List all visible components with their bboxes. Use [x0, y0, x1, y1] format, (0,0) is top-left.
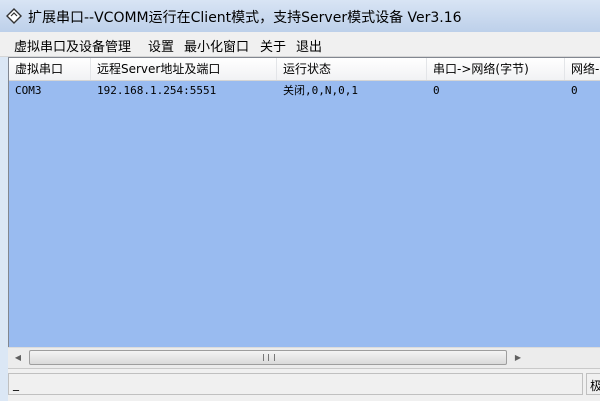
- menu-exit[interactable]: 退出: [296, 36, 322, 55]
- column-header-serial-to-network[interactable]: 串口->网络(字节): [427, 58, 565, 80]
- arrow-left-icon[interactable]: ◀: [10, 350, 26, 366]
- menu-settings[interactable]: 设置: [148, 36, 174, 55]
- status-bar: _ 极: [8, 368, 600, 401]
- menu-bar: 虚拟串口及设备管理 设置 最小化窗口 关于 退出: [0, 32, 600, 57]
- title-bar[interactable]: 扩展串口--VCOMM运行在Client模式，支持Server模式设备 Ver3…: [0, 0, 600, 32]
- column-header-network-to-serial[interactable]: 网络->: [565, 58, 600, 80]
- column-header-run-state[interactable]: 运行状态: [277, 58, 427, 80]
- window-title: 扩展串口--VCOMM运行在Client模式，支持Server模式设备 Ver3…: [28, 10, 462, 26]
- status-panel-right: 极: [586, 373, 600, 395]
- menu-about[interactable]: 关于: [260, 36, 286, 55]
- column-header-remote-server[interactable]: 远程Server地址及端口: [91, 58, 277, 80]
- status-text-right: 极: [590, 377, 600, 394]
- cell-run-state: 关闭,0,N,0,1: [283, 84, 358, 97]
- scrollbar-thumb[interactable]: [29, 350, 507, 365]
- cell-network-to-serial: 0: [571, 84, 578, 97]
- cell-serial-to-network: 0: [433, 84, 440, 97]
- list-header: 虚拟串口 远程Server地址及端口 运行状态 串口->网络(字节) 网络->: [9, 58, 600, 81]
- status-text-main: _: [13, 377, 19, 391]
- horizontal-scrollbar[interactable]: ◀ ▶: [8, 347, 600, 368]
- status-panel-main: _: [8, 373, 583, 395]
- virtual-port-list[interactable]: 虚拟串口 远程Server地址及端口 运行状态 串口->网络(字节) 网络-> …: [8, 57, 600, 368]
- cell-remote-server: 192.168.1.254:5551: [97, 84, 217, 97]
- table-row[interactable]: COM3 192.168.1.254:5551 关闭,0,N,0,1 0 0: [9, 81, 600, 101]
- menu-minimize-window[interactable]: 最小化窗口: [184, 36, 249, 55]
- grip-icon: [263, 354, 275, 361]
- menu-device-management[interactable]: 虚拟串口及设备管理: [14, 36, 131, 55]
- app-icon: [6, 8, 22, 24]
- column-header-virtual-port[interactable]: 虚拟串口: [9, 58, 91, 80]
- arrow-right-icon[interactable]: ▶: [510, 350, 526, 366]
- cell-virtual-port: COM3: [15, 84, 42, 97]
